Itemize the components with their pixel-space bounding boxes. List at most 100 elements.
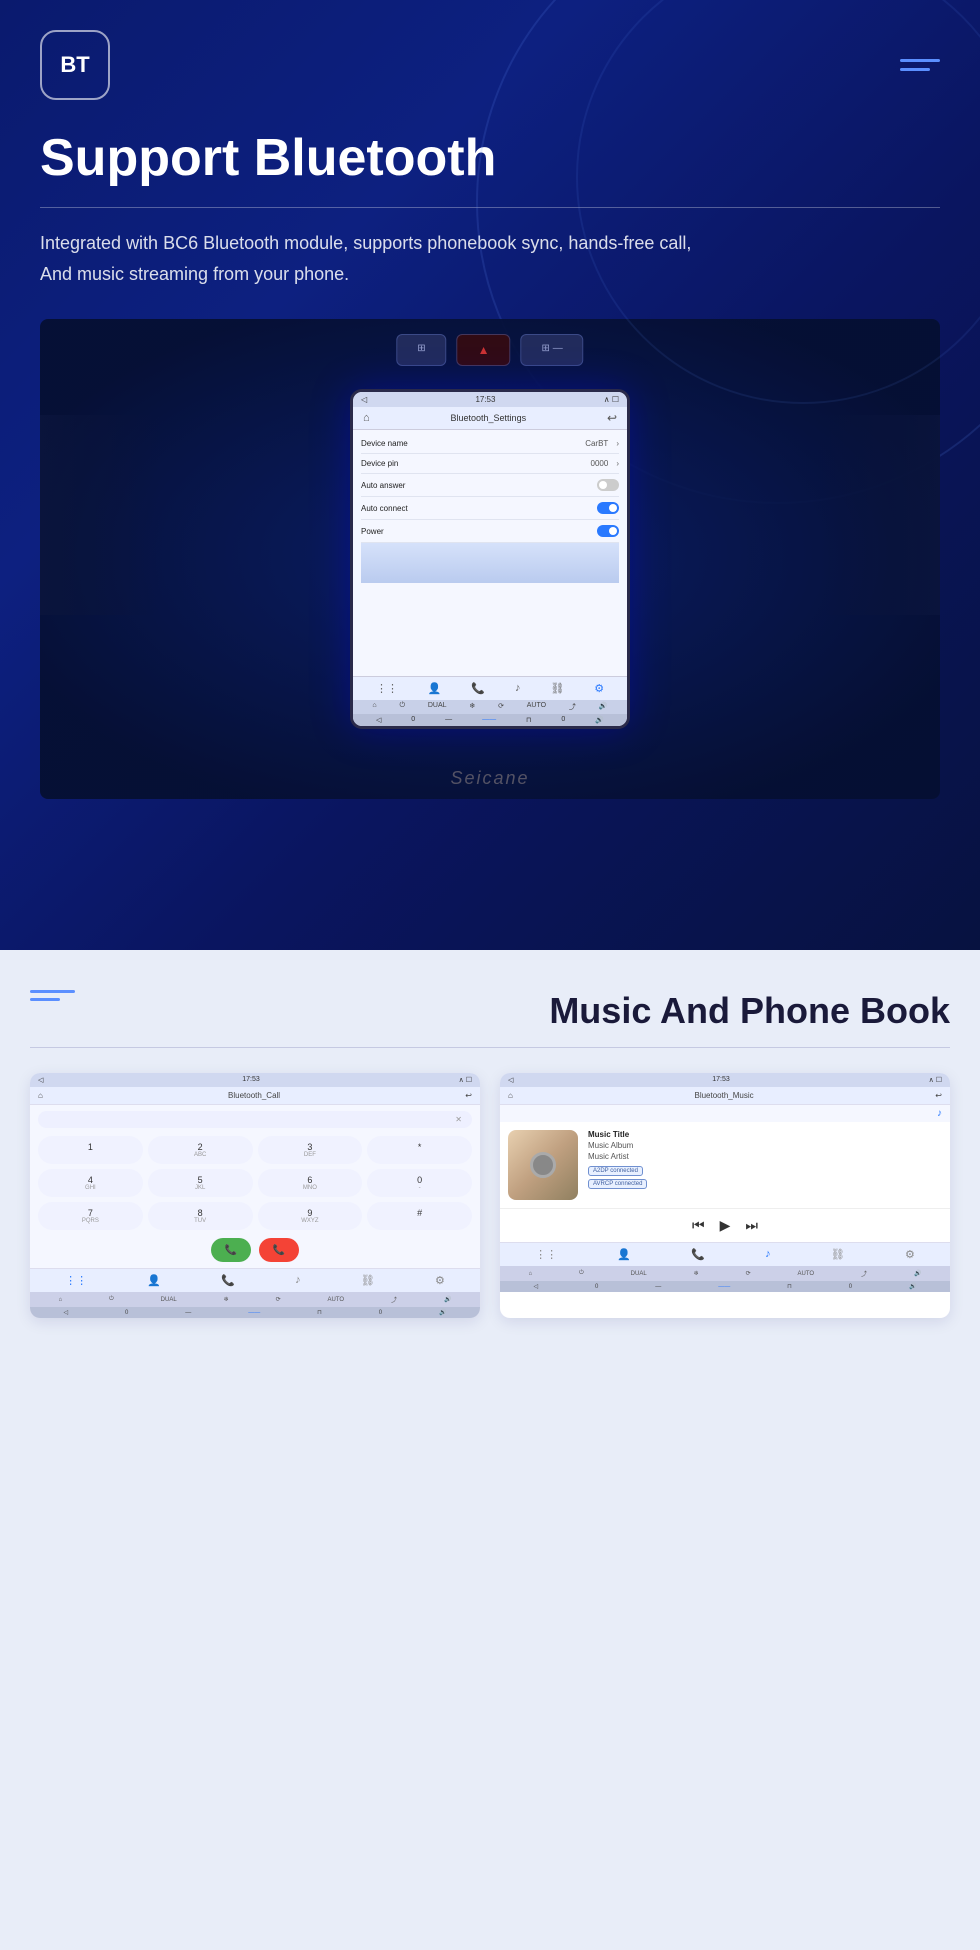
dial-3[interactable]: 3DEF — [258, 1136, 363, 1164]
music-ac2-bar: — — [655, 1284, 661, 1290]
ac-dual: DUAL — [428, 702, 447, 712]
dial-1[interactable]: 1 — [38, 1136, 143, 1164]
call-ac-rec: ⟳ — [276, 1296, 281, 1303]
desc-line2: And music streaming from your phone. — [40, 264, 349, 284]
call-ac-arr: ⤴ — [391, 1295, 397, 1304]
dial-4[interactable]: 4GHI — [38, 1169, 143, 1197]
call-ac-pwr: ⏻ — [109, 1296, 114, 1303]
dial-star[interactable]: * — [367, 1136, 472, 1164]
music-back-icon: ↩ — [935, 1091, 942, 1100]
screen-icons: ∧ ☐ — [604, 395, 619, 404]
call-ac2-0: 0 — [125, 1310, 128, 1316]
call-title: Bluetooth_Call — [228, 1091, 280, 1100]
music-nav: ⌂ Bluetooth_Music ↩ — [500, 1087, 950, 1105]
ac2-slider: —— — [482, 716, 496, 724]
call-end-button[interactable]: 📞 — [259, 1238, 299, 1262]
music-time: 17:53 — [712, 1076, 730, 1084]
dial-6[interactable]: 6MNO — [258, 1169, 363, 1197]
music-nav-settings: ⚙ — [905, 1248, 915, 1261]
screen-bottom-nav: ⋮⋮ 👤 📞 ♪ ⛓ ⚙ — [353, 676, 627, 700]
car-btn-left: ⊞ — [396, 334, 446, 366]
nav-apps-icon: ⋮⋮ — [376, 682, 398, 695]
call-green-button[interactable]: 📞 — [211, 1238, 251, 1262]
screen-nav-bar: ⌂ Bluetooth_Settings ↩ — [353, 407, 627, 430]
music-nav-apps: ⋮⋮ — [535, 1248, 557, 1261]
bt-logo: BT — [40, 30, 110, 100]
music-note-area: ♪ — [500, 1105, 950, 1122]
music-ac-rec: ⟳ — [746, 1270, 751, 1277]
call-ac-vol: 🔊 — [444, 1296, 451, 1303]
call-home-icon: ⌂ — [38, 1091, 43, 1100]
call-nav: ⌂ Bluetooth_Call ↩ — [30, 1087, 480, 1105]
back-arrow: ◁ — [361, 395, 367, 404]
logo-text: BT — [60, 52, 89, 78]
music-home-icon: ⌂ — [508, 1091, 513, 1100]
call-nav-apps: ⋮⋮ — [65, 1274, 87, 1287]
call-nav-link: ⛓ — [361, 1274, 375, 1287]
ac-fan: ⤴ — [569, 702, 576, 712]
brand-watermark: Seicane — [450, 768, 529, 789]
auto-answer-toggle[interactable] — [597, 479, 619, 491]
ac-auto: AUTO — [527, 702, 546, 712]
menu-button[interactable] — [900, 59, 940, 71]
screen-title: Bluetooth_Settings — [451, 413, 527, 423]
music-info: Music Title Music Album Music Artist A2D… — [588, 1130, 942, 1191]
bottom-section: Music And Phone Book ◁ 17:53 ∧ ☐ ⌂ Bluet… — [0, 950, 980, 1950]
nav-music-icon: ♪ — [515, 682, 521, 695]
next-button[interactable]: ⏭ — [745, 1217, 758, 1234]
search-clear: ✕ — [455, 1115, 462, 1124]
dial-0[interactable]: 0- — [367, 1169, 472, 1197]
music-ac-dual: DUAL — [631, 1271, 647, 1277]
music-panel: ◁ 17:53 ∧ ☐ ⌂ Bluetooth_Music ↩ ♪ Music … — [500, 1073, 950, 1318]
call-nav-phone: 📞 — [221, 1274, 235, 1287]
car-btn-center — [457, 334, 511, 366]
music-back-arrow: ◁ — [508, 1076, 513, 1084]
auto-connect-label: Auto connect — [361, 504, 408, 513]
music-ac2-vol: 🔊 — [909, 1283, 916, 1290]
power-toggle[interactable] — [597, 525, 619, 537]
bottom-menu-button[interactable] — [30, 990, 75, 1001]
music-badges: A2DP connected AVRCP connected — [588, 1165, 942, 1191]
bottom-header: Music And Phone Book — [30, 990, 950, 1032]
dialpad: 1 2ABC 3DEF * 4GHI 5JKL 6MNO 0- 7PQRS 8T… — [38, 1136, 472, 1230]
chevron-icon-1: › — [616, 439, 619, 448]
music-ac-arr: ⤴ — [861, 1269, 867, 1278]
dial-5[interactable]: 5JKL — [148, 1169, 253, 1197]
music-ac-bar: ⌂ ⏻ DUAL ❄ ⟳ AUTO ⤴ 🔊 — [500, 1266, 950, 1281]
call-ac-bar2: ◁ 0 — —— ⊓ 0 🔊 — [30, 1307, 480, 1318]
dial-8[interactable]: 8TUV — [148, 1202, 253, 1230]
device-pin-label: Device pin — [361, 459, 398, 468]
screen-blur — [361, 543, 619, 583]
music-main-content: Music Title Music Album Music Artist A2D… — [500, 1122, 950, 1208]
auto-connect-toggle[interactable] — [597, 502, 619, 514]
call-ac-auto: AUTO — [328, 1297, 345, 1303]
music-bottom-nav: ⋮⋮ 👤 📞 ♪ ⛓ ⚙ — [500, 1242, 950, 1266]
avrcp-badge: AVRCP connected — [588, 1179, 647, 1189]
prev-button[interactable]: ⏮ — [692, 1217, 705, 1234]
play-button[interactable]: ▶ — [720, 1217, 731, 1234]
device-pin-value: 0000 — [591, 459, 609, 468]
nav-phone-icon: 📞 — [471, 682, 485, 695]
ac-home: ⌂ — [372, 702, 376, 712]
settings-list: Device name CarBT › Device pin 0000 › — [353, 430, 627, 676]
description-text: Integrated with BC6 Bluetooth module, su… — [40, 228, 940, 289]
device-name-label: Device name — [361, 439, 408, 448]
ac-power: ⏻ — [399, 702, 405, 712]
call-ac-bar: ⌂ ⏻ DUAL ❄ ⟳ AUTO ⤴ 🔊 — [30, 1292, 480, 1307]
car-display: ⊞ ⊞ — ◁ 17:53 ∧ ☐ ⌂ Bluetooth_Settings ↩ — [40, 319, 940, 799]
dial-2[interactable]: 2ABC — [148, 1136, 253, 1164]
music-nav-phone: 📞 — [691, 1248, 705, 1261]
hamburger-line-1 — [900, 59, 940, 62]
dial-hash[interactable]: # — [367, 1202, 472, 1230]
dial-9[interactable]: 9WXYZ — [258, 1202, 363, 1230]
music-nav-music-active: ♪ — [765, 1248, 771, 1261]
ac2-zero: 0 — [411, 716, 415, 724]
call-ac-dual: DUAL — [161, 1297, 177, 1303]
call-ac2-bar: — — [185, 1310, 191, 1316]
screens-row: ◁ 17:53 ∧ ☐ ⌂ Bluetooth_Call ↩ ✕ 1 2ABC … — [30, 1073, 950, 1318]
ac-vol: 🔊 — [599, 702, 608, 712]
dial-7[interactable]: 7PQRS — [38, 1202, 143, 1230]
nav-link-icon: ⛓ — [550, 682, 564, 695]
screen-back-icon: ↩ — [607, 411, 617, 425]
music-status-icons: ∧ ☐ — [929, 1076, 942, 1084]
